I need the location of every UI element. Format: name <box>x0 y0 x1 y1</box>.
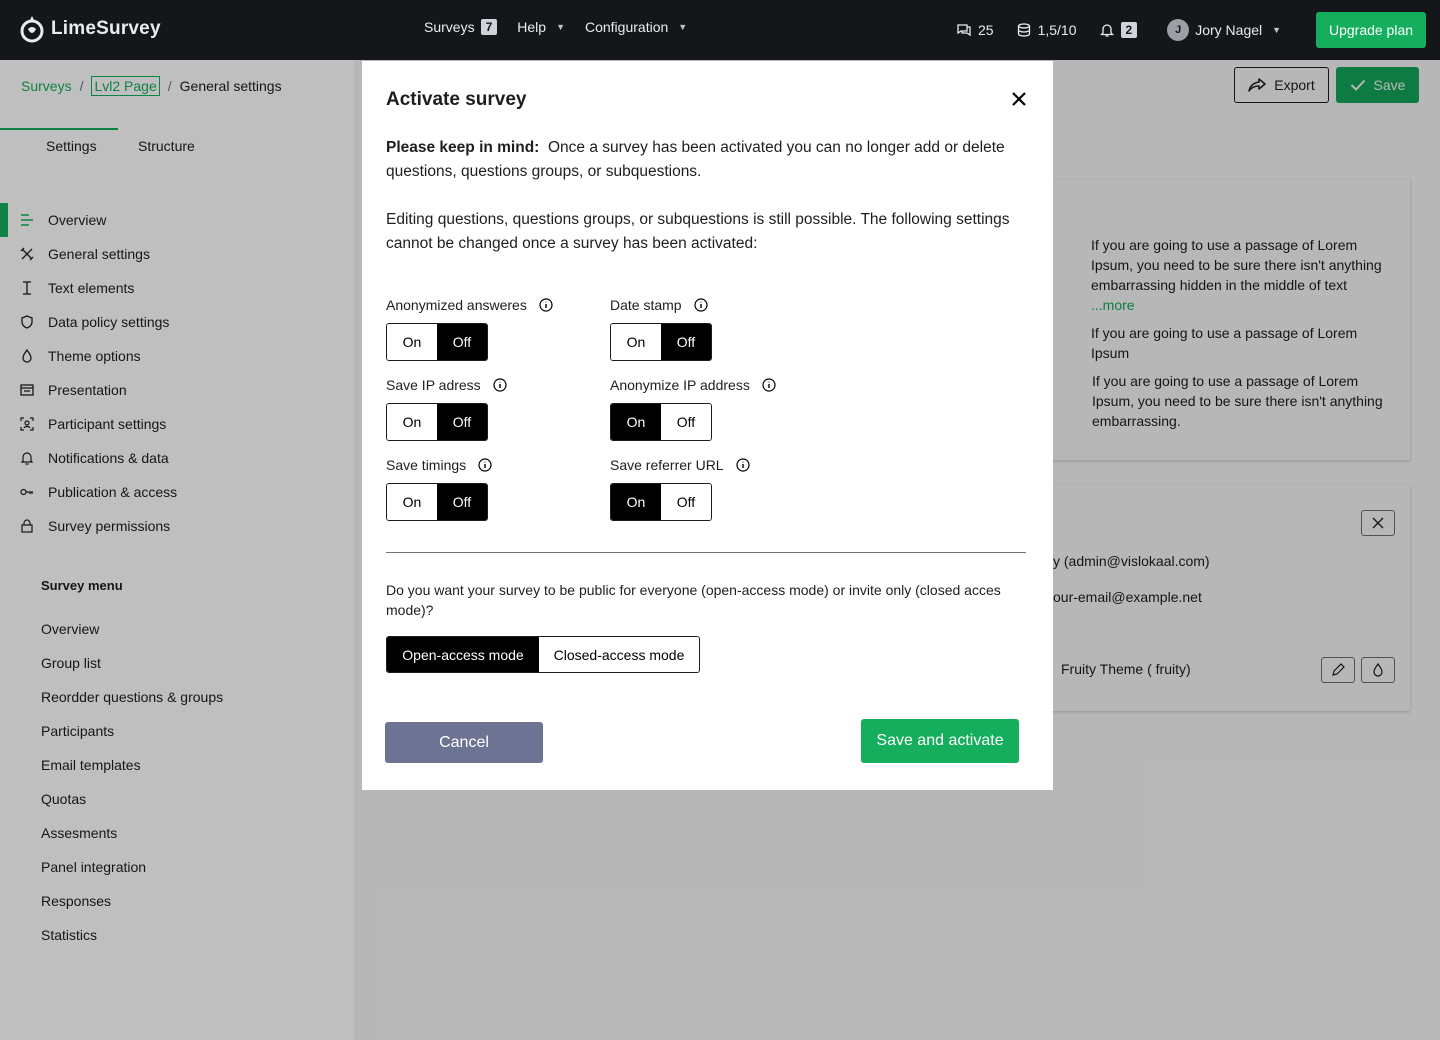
save-timings-on[interactable]: On <box>387 484 437 520</box>
save-timings-off[interactable]: Off <box>437 484 487 520</box>
anonymized-answers-on[interactable]: On <box>387 324 437 360</box>
save-referrer-label: Save referrer URL <box>610 457 750 473</box>
nav-configuration[interactable]: Configuration ▼ <box>585 19 687 35</box>
main-menu: Surveys 7 Help ▼ Configuration ▼ <box>424 19 707 35</box>
access-mode-question: Do you want your survey to be public for… <box>386 582 1001 618</box>
access-mode-selector: Open-access mode Closed-access mode <box>386 636 700 673</box>
chevron-down-icon: ▼ <box>1272 25 1282 35</box>
info-icon[interactable] <box>693 298 708 312</box>
nav-surveys-label: Surveys <box>424 19 475 35</box>
chevron-down-icon: ▼ <box>556 22 565 32</box>
limesurvey-logo[interactable]: LimeSurvey <box>19 14 161 44</box>
save-and-activate-button[interactable]: Save and activate <box>861 719 1019 763</box>
date-stamp-on[interactable]: On <box>611 324 661 360</box>
info-icon[interactable] <box>539 298 553 312</box>
closed-access-mode-option[interactable]: Closed-access mode <box>539 637 699 672</box>
nav-help-label: Help <box>517 19 547 35</box>
save-ip-toggle: On Off <box>386 403 488 441</box>
save-ip-off[interactable]: Off <box>437 404 487 440</box>
cancel-button[interactable]: Cancel <box>385 722 543 763</box>
close-icon[interactable] <box>1010 90 1028 108</box>
anonymize-ip-label: Anonymize IP address <box>610 377 776 393</box>
anonymize-ip-off[interactable]: Off <box>661 404 711 440</box>
activate-survey-modal: Activate survey Please keep in mind: Onc… <box>362 61 1053 790</box>
info-icon[interactable] <box>762 378 776 392</box>
date-stamp-toggle: On Off <box>610 323 712 361</box>
storage-usage: 1,5/10 <box>1037 22 1077 38</box>
anonymize-ip-toggle: On Off <box>610 403 712 441</box>
editing-notice: Editing questions, questions groups, or … <box>386 211 1010 252</box>
save-referrer-off[interactable]: Off <box>661 484 711 520</box>
anonymized-answers-label: Anonymized answeres <box>386 297 553 313</box>
anonymized-answers-toggle: On Off <box>386 323 488 361</box>
brand-name: LimeSurvey <box>51 18 161 39</box>
lime-logo-icon <box>20 16 44 43</box>
info-icon[interactable] <box>478 458 492 472</box>
info-icon[interactable] <box>735 458 750 472</box>
save-referrer-toggle: On Off <box>610 483 712 521</box>
anonymize-ip-on[interactable]: On <box>611 404 661 440</box>
save-referrer-on[interactable]: On <box>611 484 661 520</box>
info-icon[interactable] <box>493 378 507 392</box>
chevron-down-icon: ▼ <box>678 22 688 32</box>
avatar: J <box>1167 19 1190 41</box>
messages-indicator[interactable]: 25 <box>956 22 994 38</box>
nav-help[interactable]: Help ▼ <box>517 19 565 35</box>
nav-status: 25 1,5/10 2 J Jory Nagel ▼ <box>956 19 1281 41</box>
open-access-mode-option[interactable]: Open-access mode <box>387 637 539 672</box>
notifications-indicator[interactable]: 2 <box>1099 22 1138 38</box>
date-stamp-off[interactable]: Off <box>661 324 711 360</box>
divider <box>386 552 1026 553</box>
top-navbar: LimeSurvey Surveys 7 Help ▼ Configuratio… <box>0 0 1440 60</box>
save-ip-on[interactable]: On <box>387 404 437 440</box>
notifications-badge: 2 <box>1120 22 1138 38</box>
surveys-count-badge: 7 <box>480 19 498 35</box>
user-name: Jory Nagel <box>1195 22 1263 38</box>
messages-count: 25 <box>978 22 994 38</box>
chat-icon <box>957 24 971 37</box>
keep-in-mind-notice: Please keep in mind: Once a survey has b… <box>386 136 1026 184</box>
nav-surveys[interactable]: Surveys 7 <box>424 19 498 35</box>
bell-icon <box>1099 24 1114 37</box>
save-timings-toggle: On Off <box>386 483 488 521</box>
storage-indicator[interactable]: 1,5/10 <box>1016 22 1077 38</box>
nav-configuration-label: Configuration <box>584 19 669 35</box>
date-stamp-label: Date stamp <box>610 297 708 313</box>
upgrade-plan-button[interactable]: Upgrade plan <box>1316 12 1426 48</box>
save-timings-label: Save timings <box>386 457 492 473</box>
anonymized-answers-off[interactable]: Off <box>437 324 487 360</box>
keep-in-mind-label: Please keep in mind: <box>386 139 540 156</box>
user-menu[interactable]: J Jory Nagel ▼ <box>1167 19 1281 41</box>
save-ip-label: Save IP adress <box>386 377 507 393</box>
modal-title: Activate survey <box>386 89 527 110</box>
database-icon <box>1017 23 1030 37</box>
